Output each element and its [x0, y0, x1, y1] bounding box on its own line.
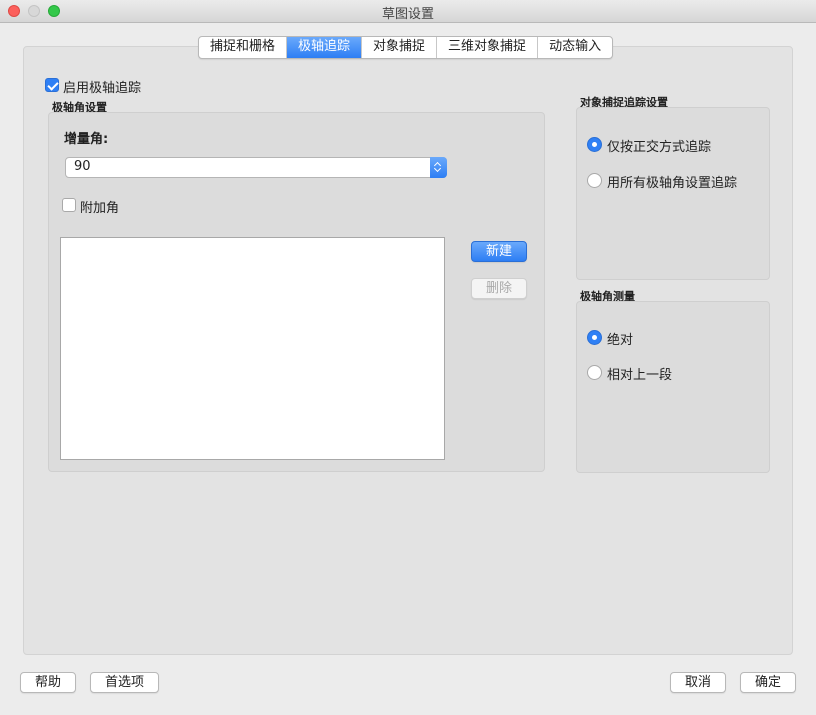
preferences-button[interactable]: 首选项	[90, 672, 159, 693]
object-snap-tracking-group	[576, 107, 770, 280]
window-title: 草图设置	[381, 7, 434, 22]
cancel-button[interactable]: 取消	[670, 672, 726, 693]
relative-measurement-label: 相对上一段	[607, 368, 673, 383]
tab-bar: 捕捉和栅格 极轴追踪 对象捕捉 三维对象捕捉 动态输入	[198, 36, 614, 59]
polar-measurement-group	[576, 301, 770, 473]
additional-angles-label: 附加角	[80, 201, 120, 216]
tab-dynamic-input[interactable]: 动态输入	[538, 37, 612, 58]
all-polar-tracking-label: 用所有极轴角设置追踪	[607, 176, 738, 191]
tab-object-snap[interactable]: 对象捕捉	[362, 37, 438, 58]
tab-snap-grid[interactable]: 捕捉和栅格	[199, 37, 288, 58]
tab-3d-object-snap[interactable]: 三维对象捕捉	[437, 37, 539, 58]
orthogonal-tracking-label: 仅按正交方式追踪	[607, 140, 712, 155]
additional-angles-list[interactable]	[60, 237, 445, 460]
absolute-measurement-radio[interactable]	[587, 330, 602, 345]
enable-polar-tracking-label: 启用极轴追踪	[63, 81, 142, 96]
increment-angle-label: 增量角:	[64, 132, 109, 147]
title-bar: 草图设置	[0, 0, 816, 23]
enable-polar-tracking-checkbox[interactable]	[45, 78, 59, 92]
absolute-measurement-label: 绝对	[607, 333, 634, 348]
all-polar-tracking-radio[interactable]	[587, 173, 602, 188]
additional-angles-checkbox[interactable]	[62, 198, 76, 212]
new-angle-button[interactable]: 新建	[471, 241, 527, 262]
increment-angle-value: 90	[74, 159, 91, 174]
ok-button[interactable]: 确定	[740, 672, 796, 693]
increment-angle-select[interactable]: 90	[65, 157, 447, 178]
tab-polar-tracking[interactable]: 极轴追踪	[287, 37, 363, 58]
orthogonal-tracking-radio[interactable]	[587, 137, 602, 152]
delete-angle-button[interactable]: 删除	[471, 278, 527, 299]
chevron-up-down-icon	[430, 157, 447, 178]
relative-measurement-radio[interactable]	[587, 365, 602, 380]
help-button[interactable]: 帮助	[20, 672, 76, 693]
